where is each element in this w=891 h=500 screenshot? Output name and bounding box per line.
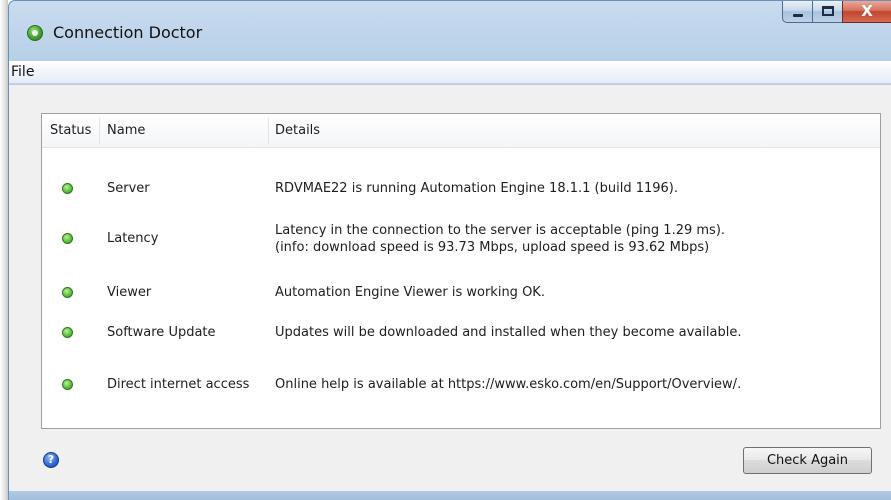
row-details: Automation Engine Viewer is working OK. bbox=[275, 285, 545, 300]
title-bar[interactable]: Connection Doctor X bbox=[9, 1, 891, 59]
menu-file[interactable]: File bbox=[11, 64, 34, 80]
status-ok-icon bbox=[62, 379, 73, 390]
status-ok-icon bbox=[62, 233, 73, 244]
row-details: Latency in the connection to the server … bbox=[275, 223, 726, 238]
menu-bar: File bbox=[9, 61, 891, 84]
column-header-name[interactable]: Name bbox=[107, 123, 145, 138]
row-details: Online help is available at https://www.… bbox=[275, 377, 742, 392]
row-name: Server bbox=[107, 181, 150, 196]
row-details-info: (info: download speed is 93.73 Mbps, upl… bbox=[275, 240, 710, 255]
status-ok-icon bbox=[62, 287, 73, 298]
column-divider[interactable] bbox=[99, 118, 100, 144]
status-table: Status Name Details Server RDVMAE22 is r… bbox=[41, 113, 881, 429]
close-button[interactable]: X bbox=[842, 1, 891, 23]
row-name: Latency bbox=[107, 231, 159, 246]
client-area: Status Name Details Server RDVMAE22 is r… bbox=[9, 85, 891, 491]
row-details: RDVMAE22 is running Automation Engine 18… bbox=[275, 181, 678, 196]
column-divider[interactable] bbox=[268, 118, 269, 144]
help-icon[interactable]: ? bbox=[43, 452, 59, 468]
row-details: Updates will be downloaded and installed… bbox=[275, 325, 742, 340]
app-icon bbox=[27, 25, 43, 41]
status-ok-icon bbox=[62, 183, 73, 194]
column-header-status[interactable]: Status bbox=[50, 123, 91, 138]
maximize-icon bbox=[822, 6, 834, 16]
row-name: Viewer bbox=[107, 285, 152, 300]
connection-doctor-window: Connection Doctor X File Status Name Det… bbox=[8, 0, 891, 500]
maximize-button[interactable] bbox=[812, 1, 842, 23]
table-header: Status Name Details bbox=[42, 114, 880, 148]
column-header-details[interactable]: Details bbox=[275, 123, 320, 138]
minimize-icon bbox=[793, 14, 803, 17]
status-ok-icon bbox=[62, 327, 73, 338]
check-again-button[interactable]: Check Again bbox=[743, 447, 872, 474]
window-frame-bottom bbox=[9, 491, 891, 500]
row-name: Software Update bbox=[107, 325, 216, 340]
close-icon: X bbox=[861, 2, 873, 20]
background-edge bbox=[0, 0, 8, 500]
minimize-button[interactable] bbox=[782, 1, 812, 23]
window-title: Connection Doctor bbox=[53, 23, 203, 42]
caption-buttons: X bbox=[782, 1, 891, 23]
row-name: Direct internet access bbox=[107, 377, 250, 392]
